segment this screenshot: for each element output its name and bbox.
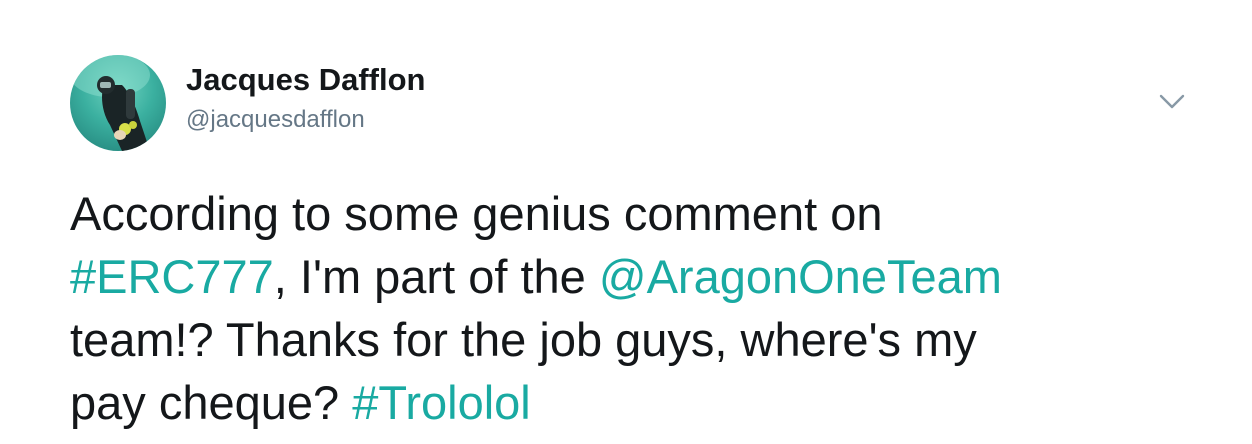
tweet-text: According to some genius comment on #ERC…	[70, 182, 1220, 434]
tweet-text-segment: pay cheque?	[70, 376, 353, 429]
tweet-line: #ERC777, I'm part of the @AragonOneTeam	[70, 245, 1220, 308]
chevron-down-icon	[1159, 94, 1185, 109]
mention-link[interactable]: @AragonOneTeam	[599, 250, 1002, 303]
tweet-text-segment: According to some genius comment on	[70, 187, 883, 240]
tweet-line: pay cheque? #Trololol	[70, 371, 1220, 434]
tweet-menu-button[interactable]	[1156, 88, 1188, 114]
hashtag-link[interactable]: #ERC777	[70, 250, 274, 303]
tweet-text-segment: , I'm part of the	[273, 250, 599, 303]
tweet-text-segment: team!? Thanks for the job guys, where's …	[70, 313, 977, 366]
tweet-line: team!? Thanks for the job guys, where's …	[70, 308, 1220, 371]
scuba-diver-avatar-icon	[70, 55, 150, 151]
hashtag-link[interactable]: #Trololol	[352, 376, 531, 429]
tweet-card: Jacques Dafflon @jacquesdafflon Accordin…	[0, 0, 1252, 444]
author-handle[interactable]: @jacquesdafflon	[186, 106, 365, 134]
avatar[interactable]	[70, 55, 166, 151]
author-display-name[interactable]: Jacques Dafflon	[186, 62, 425, 98]
tweet-line: According to some genius comment on	[70, 182, 1220, 245]
